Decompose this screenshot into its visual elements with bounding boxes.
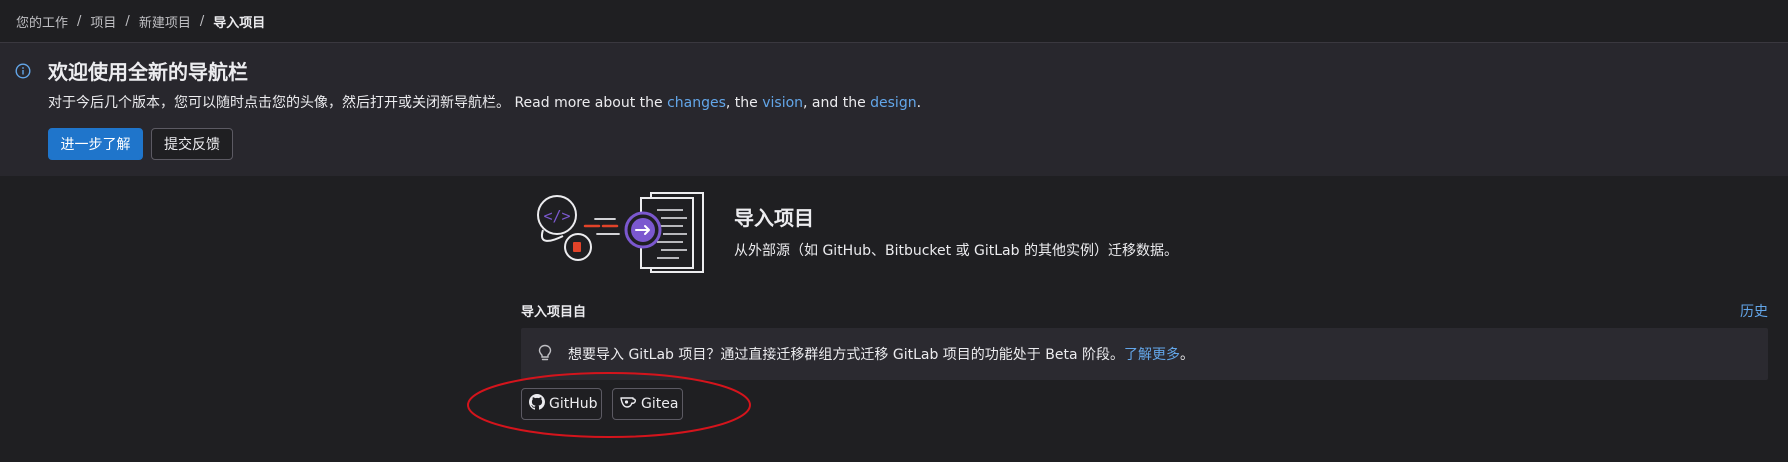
banner-text: 对于今后几个版本，您可以随时点击您的头像，然后打开或关闭新导航栏。 Read m…	[48, 92, 921, 112]
feedback-button[interactable]: 提交反馈	[151, 128, 233, 160]
design-link[interactable]: design	[870, 95, 916, 111]
breadcrumb-projects[interactable]: 项目	[90, 12, 116, 31]
lightbulb-icon	[537, 344, 553, 366]
import-illustration: </>	[533, 190, 708, 280]
breadcrumb-separator: /	[77, 13, 82, 29]
banner-text-mid: , the	[725, 95, 763, 111]
highlight-annotation	[466, 371, 752, 443]
vision-link[interactable]: vision	[762, 95, 803, 111]
learn-more-link[interactable]: 了解更多	[1124, 347, 1180, 363]
alert-text: 想要导入 GitLab 项目？通过直接迁移群组方式迁移 GitLab 项目的功能…	[568, 344, 1194, 364]
breadcrumb-current: 导入项目	[213, 15, 266, 31]
alert-message: 想要导入 GitLab 项目？通过直接迁移群组方式迁移 GitLab 项目的功能…	[568, 347, 1124, 363]
banner-title: 欢迎使用全新的导航栏	[48, 60, 248, 84]
banner-text-suffix: .	[916, 95, 922, 111]
page-description: 从外部源（如 GitHub、Bitbucket 或 GitLab 的其他实例）迁…	[734, 243, 1178, 259]
learn-more-button[interactable]: 进一步了解	[48, 128, 143, 160]
banner-text-mid: , and the	[803, 95, 871, 111]
breadcrumb-your-work[interactable]: 您的工作	[16, 12, 68, 31]
page-title: 导入项目	[734, 206, 814, 230]
history-link[interactable]: 历史	[1740, 301, 1768, 321]
breadcrumb-separator: /	[125, 13, 130, 29]
breadcrumb-new-project[interactable]: 新建项目	[139, 12, 191, 31]
svg-text:</>: </>	[543, 207, 570, 225]
alert-suffix: 。	[1179, 347, 1194, 363]
changes-link[interactable]: changes	[667, 95, 726, 111]
import-from-label: 导入项目自	[521, 305, 587, 320]
banner-text-prefix: 对于今后几个版本，您可以随时点击您的头像，然后打开或关闭新导航栏。 Read m…	[48, 95, 668, 111]
info-icon	[15, 63, 31, 83]
breadcrumb-separator: /	[199, 13, 205, 29]
breadcrumb: 您的工作 / 项目 / 新建项目 / 导入项目	[0, 0, 1788, 43]
